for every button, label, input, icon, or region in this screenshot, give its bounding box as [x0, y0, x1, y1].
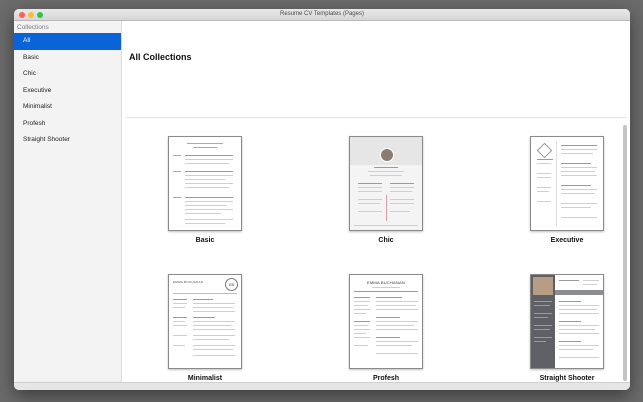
preview-name: EMMA BUCHANAN [367, 280, 405, 285]
vertical-scrollbar[interactable] [622, 125, 628, 382]
scrollbar-thumb[interactable] [623, 125, 627, 381]
bottom-bar [14, 382, 630, 390]
monogram-icon [536, 142, 553, 159]
sidebar-item-basic[interactable]: Basic [14, 50, 121, 67]
monogram-badge-icon: EB [225, 278, 238, 291]
template-card-executive[interactable]: Executive [507, 136, 627, 244]
template-label-executive: Executive [550, 237, 584, 244]
template-thumbnail-straight-shooter[interactable] [530, 274, 604, 369]
template-label-minimalist: Minimalist [187, 375, 223, 382]
profile-photo-icon [380, 148, 394, 162]
template-thumbnail-chic[interactable] [349, 136, 423, 231]
template-card-profesh[interactable]: EMMA BUCHANAN Profesh [326, 274, 446, 382]
page-title: All Collections [129, 52, 192, 62]
sidebar-item-executive[interactable]: Executive [14, 83, 121, 100]
sidebar-item-straight-shooter[interactable]: Straight Shooter [14, 132, 121, 149]
main-content: All Collections Basic Chic Executive EMM… [122, 21, 630, 382]
sidebar-item-profesh[interactable]: Profesh [14, 116, 121, 133]
template-card-minimalist[interactable]: EMMA BUCHANAN EB Minimalist [145, 274, 265, 382]
app-window: Resume CV Templates (Pages) Collections … [14, 9, 630, 390]
window-title: Resume CV Templates (Pages) [280, 11, 364, 17]
template-card-chic[interactable]: Chic [326, 136, 446, 244]
template-label-basic: Basic [195, 237, 215, 244]
template-label-chic: Chic [378, 237, 394, 244]
monogram-initials: EB [228, 282, 235, 287]
template-thumbnail-executive[interactable] [530, 136, 604, 231]
title-bar: Resume CV Templates (Pages) [14, 9, 630, 21]
template-thumbnail-minimalist[interactable]: EMMA BUCHANAN EB [168, 274, 242, 369]
template-thumbnail-basic[interactable] [168, 136, 242, 231]
template-card-straight-shooter[interactable]: Straight Shooter [507, 274, 627, 382]
sidebar-item-all[interactable]: All [14, 33, 121, 50]
sidebar-item-chic[interactable]: Chic [14, 66, 121, 83]
template-label-straight-shooter: Straight Shooter [539, 375, 595, 382]
template-card-basic[interactable]: Basic [145, 136, 265, 244]
profile-photo-icon [533, 277, 553, 295]
preview-name: EMMA BUCHANAN [173, 280, 204, 284]
template-thumbnail-profesh[interactable]: EMMA BUCHANAN [349, 274, 423, 369]
sidebar-header: Collections [17, 24, 49, 31]
header-divider [126, 117, 626, 118]
sidebar: Collections All Basic Chic Executive Min… [14, 21, 122, 382]
template-label-profesh: Profesh [372, 375, 400, 382]
sidebar-item-minimalist[interactable]: Minimalist [14, 99, 121, 116]
